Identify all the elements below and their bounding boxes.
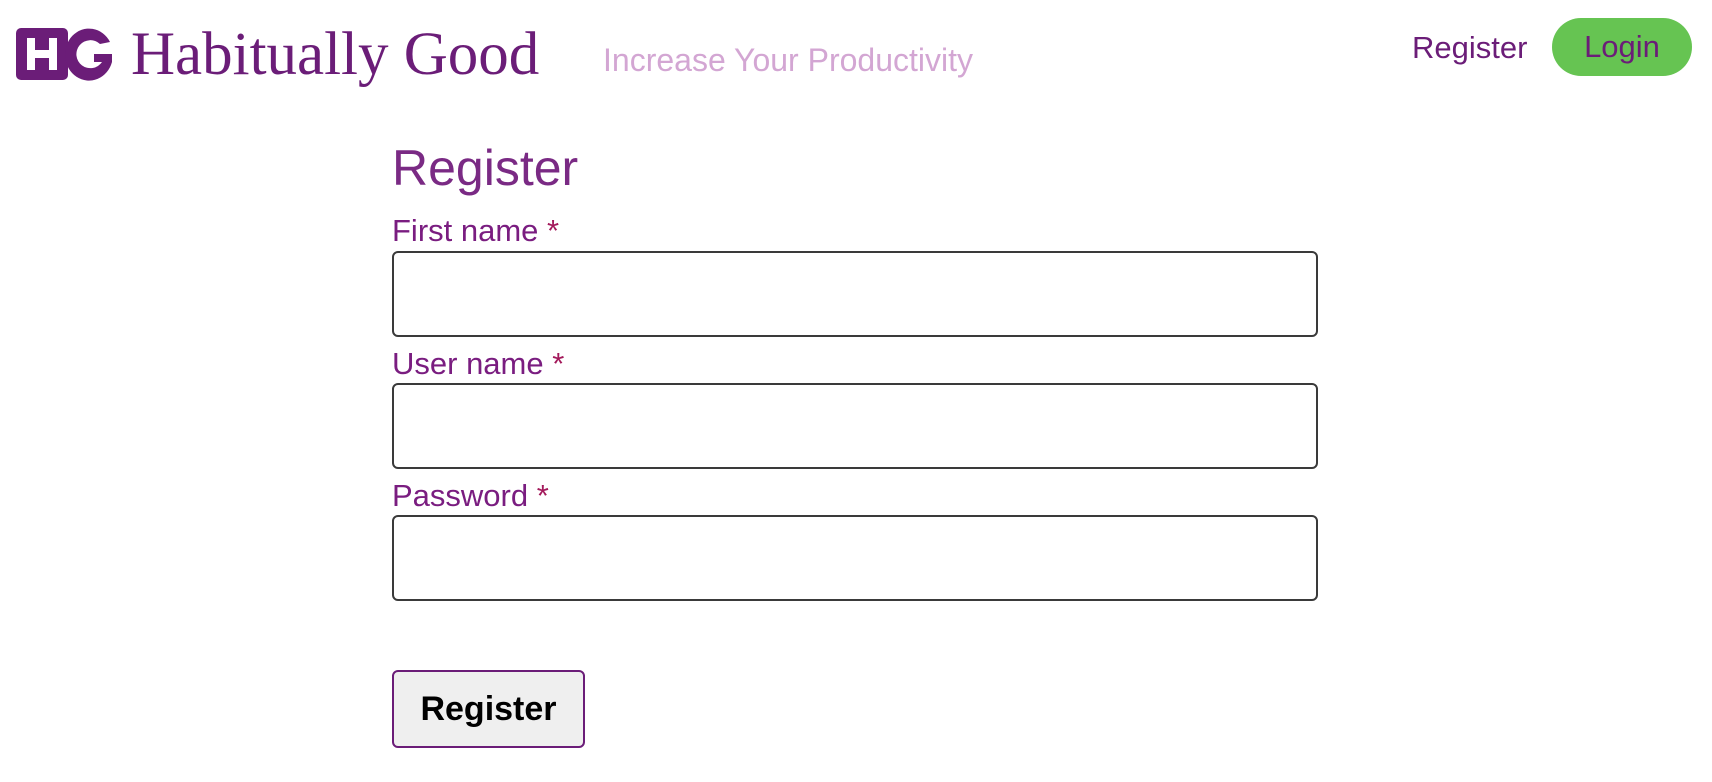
first-name-label: First name * xyxy=(392,212,559,250)
page-title: Register xyxy=(392,140,579,196)
first-name-field[interactable] xyxy=(392,251,1318,337)
required-marker: * xyxy=(536,478,549,513)
user-name-field[interactable] xyxy=(392,383,1318,469)
site-tagline: Increase Your Productivity xyxy=(603,42,973,78)
site-header: Habitually Good Increase Your Productivi… xyxy=(0,0,1712,100)
hg-logo-icon[interactable] xyxy=(16,26,116,82)
first-name-label-text: First name xyxy=(392,213,539,248)
password-label: Password * xyxy=(392,477,549,515)
nav-register-link[interactable]: Register xyxy=(1412,28,1527,68)
user-name-label-text: User name xyxy=(392,346,544,381)
nav-login-button[interactable]: Login xyxy=(1552,18,1692,76)
password-label-text: Password xyxy=(392,478,529,513)
required-marker: * xyxy=(547,213,560,248)
register-submit-button[interactable]: Register xyxy=(392,670,585,748)
password-field[interactable] xyxy=(392,515,1318,601)
user-name-label: User name * xyxy=(392,345,564,383)
required-marker: * xyxy=(552,346,565,381)
brand-name[interactable]: Habitually Good xyxy=(131,18,539,92)
